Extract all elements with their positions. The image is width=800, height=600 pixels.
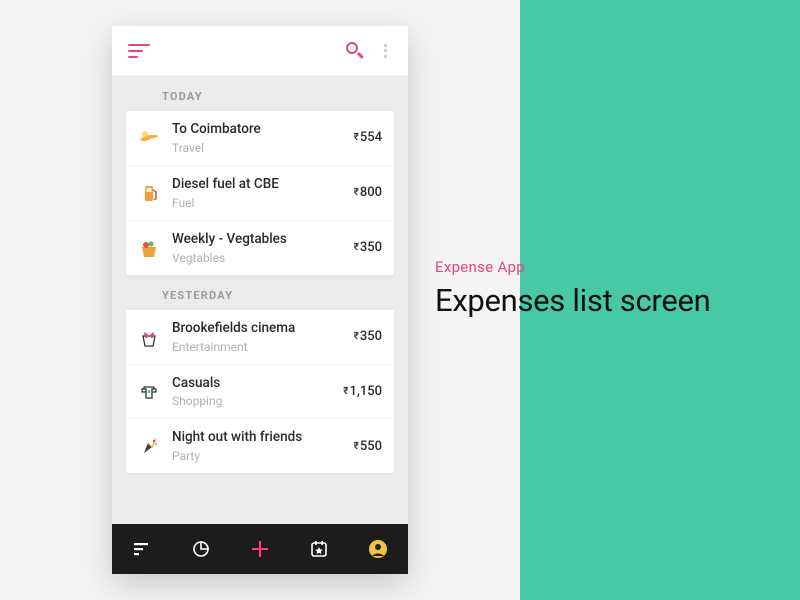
- expense-amount: ₹350: [354, 329, 382, 344]
- expense-amount: ₹350: [354, 240, 382, 255]
- expense-title: Brookefields cinema: [172, 320, 354, 337]
- expense-row[interactable]: Brookefields cinema Entertainment ₹350: [126, 310, 394, 365]
- caption-title: Expenses list screen: [435, 282, 795, 319]
- expense-category: Party: [172, 449, 354, 463]
- expense-amount: ₹800: [354, 185, 382, 200]
- canvas-right: Expense App Expenses list screen: [520, 0, 800, 600]
- fuel-icon: [138, 182, 160, 204]
- expense-amount: ₹554: [354, 130, 382, 145]
- expense-row[interactable]: Weekly - Vegtables Vegtables ₹350: [126, 221, 394, 275]
- nav-list-icon[interactable]: [122, 529, 162, 569]
- travel-icon: [138, 127, 160, 149]
- expense-row[interactable]: Night out with friends Party ₹550: [126, 419, 394, 473]
- menu-icon[interactable]: [128, 44, 150, 58]
- shopping-icon: [138, 380, 160, 402]
- expense-title: To Coimbatore: [172, 121, 354, 138]
- expense-row[interactable]: To Coimbatore Travel ₹554: [126, 111, 394, 166]
- expense-category: Shopping: [172, 394, 343, 408]
- cinema-icon: [138, 326, 160, 348]
- expense-category: Vegtables: [172, 251, 354, 265]
- nav-add-icon[interactable]: [240, 529, 280, 569]
- expense-category: Entertainment: [172, 340, 354, 354]
- expense-row[interactable]: Diesel fuel at CBE Fuel ₹800: [126, 166, 394, 221]
- expense-category: Travel: [172, 141, 354, 155]
- overflow-menu-icon[interactable]: [378, 42, 392, 60]
- expense-list: TODAY To Coimbatore Travel ₹554: [112, 76, 408, 524]
- nav-profile-icon[interactable]: [358, 529, 398, 569]
- section-header-today: TODAY: [126, 76, 394, 111]
- nav-calendar-icon[interactable]: [299, 529, 339, 569]
- expense-title: Diesel fuel at CBE: [172, 176, 354, 193]
- bottom-nav: [112, 524, 408, 574]
- section-header-yesterday: YESTERDAY: [126, 275, 394, 310]
- nav-chart-icon[interactable]: [181, 529, 221, 569]
- expense-amount: ₹550: [354, 439, 382, 454]
- expense-row[interactable]: Casuals Shopping ₹1,150: [126, 365, 394, 420]
- expense-category: Fuel: [172, 196, 354, 210]
- app-topbar: [112, 26, 408, 76]
- search-icon[interactable]: [346, 42, 364, 60]
- section-yesterday: Brookefields cinema Entertainment ₹350 C…: [126, 310, 394, 474]
- caption-subtitle: Expense App: [435, 258, 795, 276]
- expense-title: Night out with friends: [172, 429, 354, 446]
- section-today: To Coimbatore Travel ₹554 Diesel fuel at…: [126, 111, 394, 275]
- expense-title: Weekly - Vegtables: [172, 231, 354, 248]
- slide-caption: Expense App Expenses list screen: [435, 258, 795, 319]
- expense-title: Casuals: [172, 375, 343, 392]
- phone-frame: TODAY To Coimbatore Travel ₹554: [112, 26, 408, 574]
- vegetables-icon: [138, 237, 160, 259]
- party-icon: [138, 435, 160, 457]
- expense-amount: ₹1,150: [343, 384, 382, 399]
